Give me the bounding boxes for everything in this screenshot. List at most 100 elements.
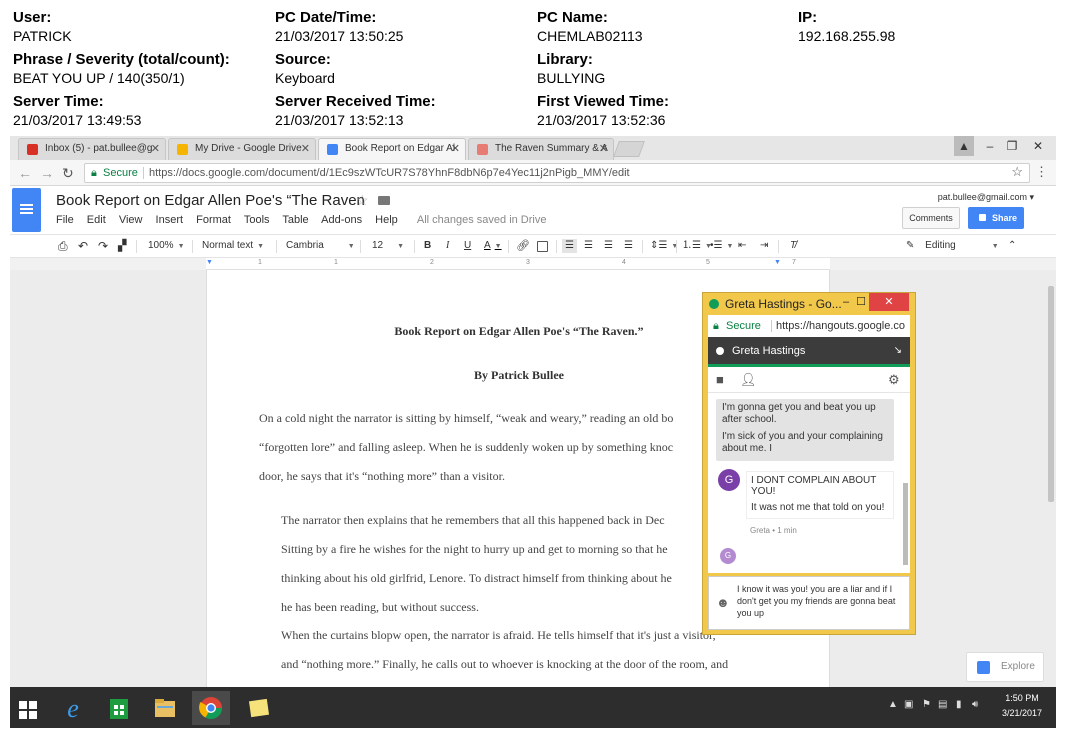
line-spacing-icon[interactable]: ⇕☰ ▼ xyxy=(650,239,678,254)
italic-button[interactable]: I xyxy=(446,239,449,253)
increase-indent-icon[interactable]: ⇥ xyxy=(760,239,768,253)
back-icon[interactable]: ← xyxy=(18,164,32,182)
clear-formatting-icon[interactable]: T̸ xyxy=(790,239,796,253)
maximize-icon[interactable]: ☐ xyxy=(854,293,868,311)
text-color-button[interactable]: A ▼ xyxy=(484,239,502,254)
close-window-icon[interactable]: ✕ xyxy=(1026,136,1050,156)
font-select[interactable]: Cambria ▼ xyxy=(286,239,355,254)
explore-icon xyxy=(977,661,990,674)
show-hidden-icons[interactable]: ▲ xyxy=(888,699,898,710)
editing-mode-select[interactable]: ✎ Editing ▼ xyxy=(906,239,999,254)
hangouts-url: https://hangouts.google.co xyxy=(776,320,906,332)
minimize-icon[interactable]: – xyxy=(980,136,1000,156)
chrome-icon[interactable] xyxy=(192,691,230,725)
menu-addons[interactable]: Add-ons xyxy=(321,214,362,226)
pc-date-field: PC Date/Time: 21/03/2017 13:50:25 xyxy=(275,9,535,45)
menu-view[interactable]: View xyxy=(119,214,143,226)
align-center-icon[interactable]: ☰ xyxy=(584,239,593,253)
print-icon[interactable]: ⎙ xyxy=(58,239,68,253)
file-explorer-icon[interactable] xyxy=(146,691,184,725)
menu-file[interactable]: File xyxy=(56,214,74,226)
comments-button[interactable]: Comments xyxy=(902,207,960,229)
align-right-icon[interactable]: ☰ xyxy=(604,239,613,253)
link-icon[interactable]: 🔗︎ xyxy=(516,239,530,253)
minimize-icon[interactable]: – xyxy=(839,293,853,311)
menu-help[interactable]: Help xyxy=(375,214,398,226)
hangouts-icon xyxy=(709,299,719,309)
comment-icon[interactable] xyxy=(537,241,548,252)
share-button[interactable]: Share xyxy=(968,207,1024,229)
ip-value: 192.168.255.98 xyxy=(798,28,896,44)
message-input[interactable]: ☻ I know it was you! you are a liar and … xyxy=(708,576,910,630)
explore-button[interactable]: Explore xyxy=(966,652,1044,682)
close-icon[interactable]: ✕ xyxy=(151,139,160,159)
menu-edit[interactable]: Edit xyxy=(87,214,106,226)
menu-table[interactable]: Table xyxy=(282,214,308,226)
account-email[interactable]: pat.bullee@gmail.com ▾ xyxy=(938,192,1034,203)
tray-notification-icon[interactable]: ▤ xyxy=(938,699,947,710)
menu-tools[interactable]: Tools xyxy=(244,214,270,226)
tab-gmail[interactable]: Inbox (5) - pat.bullee@g ✕ xyxy=(18,138,166,160)
underline-button[interactable]: U xyxy=(464,239,471,253)
style-select[interactable]: Normal text ▼ xyxy=(202,239,264,254)
reload-icon[interactable]: ↻ xyxy=(62,164,74,182)
font-size-select[interactable]: 12 ▼ xyxy=(372,239,404,254)
close-icon[interactable]: ✕ xyxy=(599,139,608,159)
document-title[interactable]: Book Report on Edgar Allen Poe's “The Ra… xyxy=(56,192,365,209)
bookmark-star-icon[interactable]: ☆ xyxy=(1011,163,1023,181)
decrease-indent-icon[interactable]: ⇤ xyxy=(738,239,746,253)
tray-security-icon[interactable]: ⚑ xyxy=(922,699,931,710)
conversation-header[interactable]: Greta Hastings ↘ xyxy=(708,337,910,367)
collapse-icon[interactable]: ⌃ xyxy=(1008,239,1016,253)
close-icon[interactable]: ✕ xyxy=(869,293,909,311)
docs-toolbar: ⎙ ↶ ↷ ▞ 100% ▼ Normal text ▼ Cambria ▼ 12 ▼ … xyxy=(10,234,1056,258)
svg-text:e: e xyxy=(67,694,79,723)
server-time-label: Server Time: xyxy=(13,93,104,110)
bulleted-list-icon[interactable]: •☰ ▼ xyxy=(710,239,733,254)
system-clock[interactable]: 1:50 PM 3/21/2017 xyxy=(994,691,1050,721)
profile-icon[interactable]: ▲ xyxy=(954,136,974,156)
align-left-icon[interactable]: ☰ xyxy=(562,239,577,253)
sticky-notes-icon[interactable] xyxy=(240,691,278,725)
star-icon[interactable]: ☆ xyxy=(356,192,369,209)
tab-raven[interactable]: The Raven Summary & A ✕ xyxy=(468,138,614,160)
docs-logo-icon[interactable] xyxy=(12,188,41,232)
document-scrollbar[interactable] xyxy=(1048,286,1054,502)
close-icon[interactable]: ✕ xyxy=(451,139,460,159)
tab-docs[interactable]: Book Report on Edgar Al ✕ xyxy=(318,138,466,160)
tray-app-icon[interactable]: ▣ xyxy=(904,699,913,710)
own-message-group: I'm gonna get you and beat you up after … xyxy=(716,399,894,461)
expand-icon[interactable]: ↘ xyxy=(894,337,902,365)
right-indent-marker[interactable]: ▼ xyxy=(774,259,781,266)
undo-icon[interactable]: ↶ xyxy=(78,239,88,253)
numbered-list-icon[interactable]: ⒈☰ ▼ xyxy=(682,239,712,254)
chat-scrollbar[interactable] xyxy=(903,483,908,565)
ip-field: IP: 192.168.255.98 xyxy=(798,9,1058,45)
internet-explorer-icon[interactable]: e xyxy=(54,691,92,725)
video-call-icon[interactable]: ■ xyxy=(716,372,724,388)
ip-label: IP: xyxy=(798,9,818,26)
settings-gear-icon[interactable]: ⚙ xyxy=(888,372,900,388)
redo-icon[interactable]: ↷ xyxy=(98,239,108,253)
address-bar[interactable]: 🔒︎ Secure https://docs.google.com/docume… xyxy=(84,163,1030,183)
emoji-icon[interactable]: ☻ xyxy=(716,596,730,609)
browser-menu-icon[interactable]: ⋮ xyxy=(1035,164,1048,180)
paragraph-line: and “nothing more.” Finally, he calls ou… xyxy=(281,657,729,671)
restore-icon[interactable]: ❐ xyxy=(1002,136,1022,156)
store-icon[interactable] xyxy=(100,691,138,725)
menu-insert[interactable]: Insert xyxy=(156,214,184,226)
zoom-select[interactable]: 100% ▼ xyxy=(148,239,185,254)
volume-icon[interactable]: 🔊︎ xyxy=(972,699,978,710)
bold-button[interactable]: B xyxy=(424,239,431,253)
left-indent-marker[interactable]: ▼ xyxy=(206,259,213,266)
align-justify-icon[interactable]: ☰ xyxy=(624,239,633,253)
network-icon[interactable]: ▮ xyxy=(956,699,962,710)
tab-drive[interactable]: My Drive - Google Drive ✕ xyxy=(168,138,316,160)
new-tab-button[interactable] xyxy=(613,141,645,157)
folder-icon[interactable] xyxy=(378,196,390,205)
menu-format[interactable]: Format xyxy=(196,214,231,226)
close-icon[interactable]: ✕ xyxy=(301,139,310,159)
forward-icon[interactable]: → xyxy=(40,164,54,182)
paint-format-icon[interactable]: ▞ xyxy=(118,239,126,253)
add-person-icon[interactable]: 👤︎ xyxy=(740,372,757,388)
